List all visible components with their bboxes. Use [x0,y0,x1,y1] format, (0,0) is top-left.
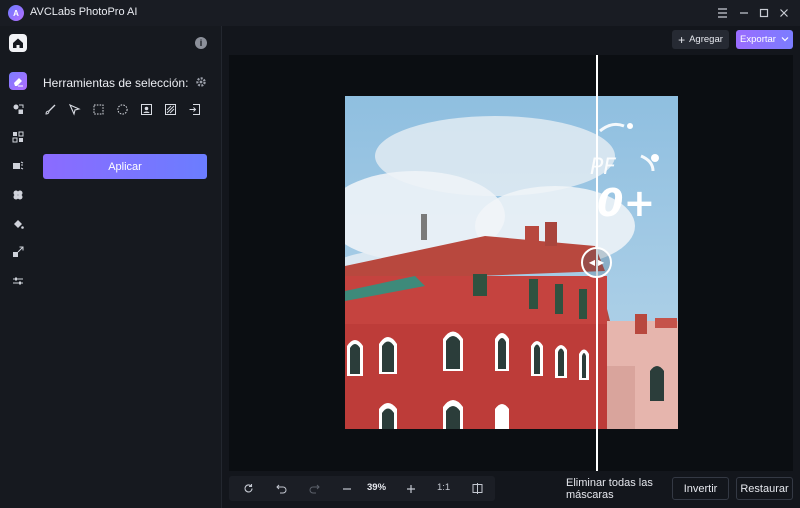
resize-icon[interactable] [9,243,27,261]
brush-icon[interactable] [42,101,58,117]
portrait-icon[interactable] [138,101,154,117]
zoom-out-icon[interactable] [339,481,354,496]
background-icon[interactable] [9,157,27,175]
image-canvas[interactable]: PF 0+ ◀ ▶ [229,55,793,471]
lasso-icon[interactable] [66,101,82,117]
adjust-icon[interactable] [9,272,27,290]
fill-icon[interactable] [9,215,27,233]
clear-masks-button[interactable]: Eliminar todas las máscaras [566,477,665,501]
maximize-icon[interactable] [755,4,773,22]
ellipse-icon[interactable] [114,101,130,117]
close-icon[interactable] [775,4,793,22]
compare-view-icon[interactable] [470,481,485,496]
chevron-down-icon[interactable] [781,34,789,45]
invert-button[interactable]: Invertir [672,477,729,500]
restore-button[interactable]: Restaurar [736,477,793,500]
export-button[interactable]: Exportar [736,30,793,49]
panel-heading: Herramientas de selección: [43,76,189,90]
compare-handle[interactable]: ◀ ▶ [581,247,612,278]
import-icon[interactable] [186,101,202,117]
zoom-value: 39% [367,482,387,493]
tool-rail [0,26,36,508]
title-bar: A AVCLabs PhotoPro AI [0,0,800,26]
add-button[interactable]: + Agregar [672,30,729,49]
app-title: AVCLabs PhotoPro AI [30,6,138,18]
object-select-icon[interactable] [9,100,27,118]
enhance-icon[interactable] [9,128,27,146]
selection-tools [42,101,202,117]
rectangle-icon[interactable] [90,101,106,117]
watermark-text-1: PF [590,155,616,180]
menu-icon[interactable] [713,4,731,22]
home-icon[interactable] [9,34,27,52]
info-icon[interactable]: i [195,37,207,49]
add-label: Agregar [689,34,723,45]
zoom-toolbar: 39% 1:1 [229,476,495,501]
arrow-left-icon: ◀ [588,258,595,267]
watermark-text-2: 0+ [597,181,655,225]
colorize-icon[interactable] [9,186,27,204]
minimize-icon[interactable] [735,4,753,22]
refresh-icon[interactable] [241,481,256,496]
app-logo-icon: A [8,5,24,21]
plus-icon: + [678,32,686,47]
arrow-right-icon: ▶ [598,258,605,267]
eraser-icon[interactable] [9,72,27,90]
actual-size-button[interactable]: 1:1 [437,482,450,493]
photo-preview: PF 0+ [345,96,678,429]
redo-icon[interactable] [307,481,322,496]
export-label: Exportar [740,34,776,45]
settings-icon[interactable] [194,75,208,89]
selection-panel: i Herramientas de selección: Aplicar [36,26,222,508]
apply-button[interactable]: Aplicar [43,154,207,179]
undo-icon[interactable] [274,481,289,496]
zoom-in-icon[interactable] [403,481,418,496]
pattern-icon[interactable] [162,101,178,117]
app-window: A AVCLabs PhotoPro AI i Herramientas de … [0,0,800,508]
